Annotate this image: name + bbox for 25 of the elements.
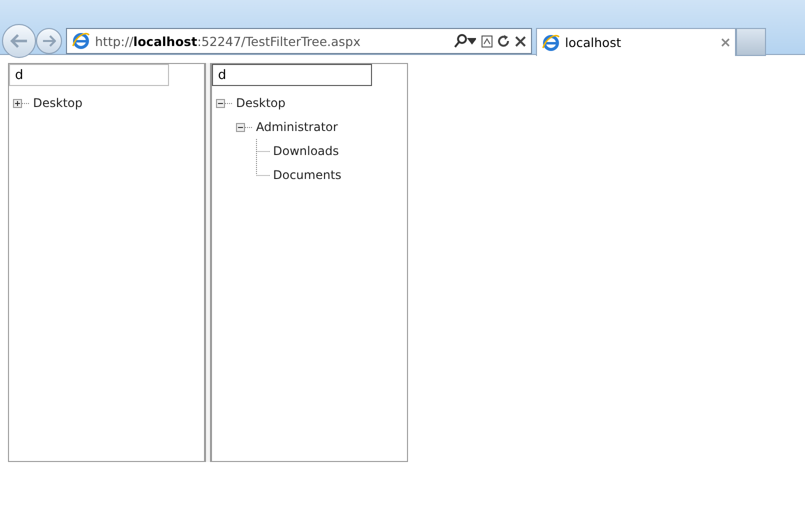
collapse-icon[interactable] — [216, 98, 225, 108]
close-icon[interactable] — [515, 36, 526, 46]
compatibility-view-icon[interactable] — [481, 34, 493, 48]
tree-connector-line — [225, 102, 233, 104]
filter-field[interactable]: d — [9, 64, 169, 86]
url-text: http://localhost:52247/TestFilterTree.aspx — [95, 34, 362, 48]
tree-node-label[interactable]: Desktop — [236, 96, 286, 110]
collapse-icon[interactable] — [236, 122, 245, 132]
tree-connector-line — [245, 126, 253, 128]
right-arrow-icon — [42, 35, 56, 47]
left-arrow-icon — [10, 34, 28, 48]
filter-field[interactable]: d — [212, 64, 372, 86]
tree-node-label[interactable]: Downloads — [273, 144, 339, 158]
refresh-icon[interactable] — [498, 34, 510, 48]
expand-icon[interactable] — [13, 98, 22, 108]
tree-node-label[interactable]: Documents — [273, 168, 342, 182]
tree-node-label[interactable]: Administrator — [256, 120, 338, 134]
browser-logo-icon — [542, 34, 560, 52]
back-button[interactable] — [2, 24, 36, 58]
browser-tab[interactable]: localhost — [536, 28, 736, 56]
search-icon[interactable] — [454, 34, 476, 48]
browser-logo-icon — [72, 32, 90, 50]
tree-connector-line — [22, 102, 30, 104]
address-bar[interactable]: http://localhost:52247/TestFilterTree.aspx — [66, 28, 532, 54]
tree-node-label[interactable]: Desktop — [33, 96, 82, 110]
